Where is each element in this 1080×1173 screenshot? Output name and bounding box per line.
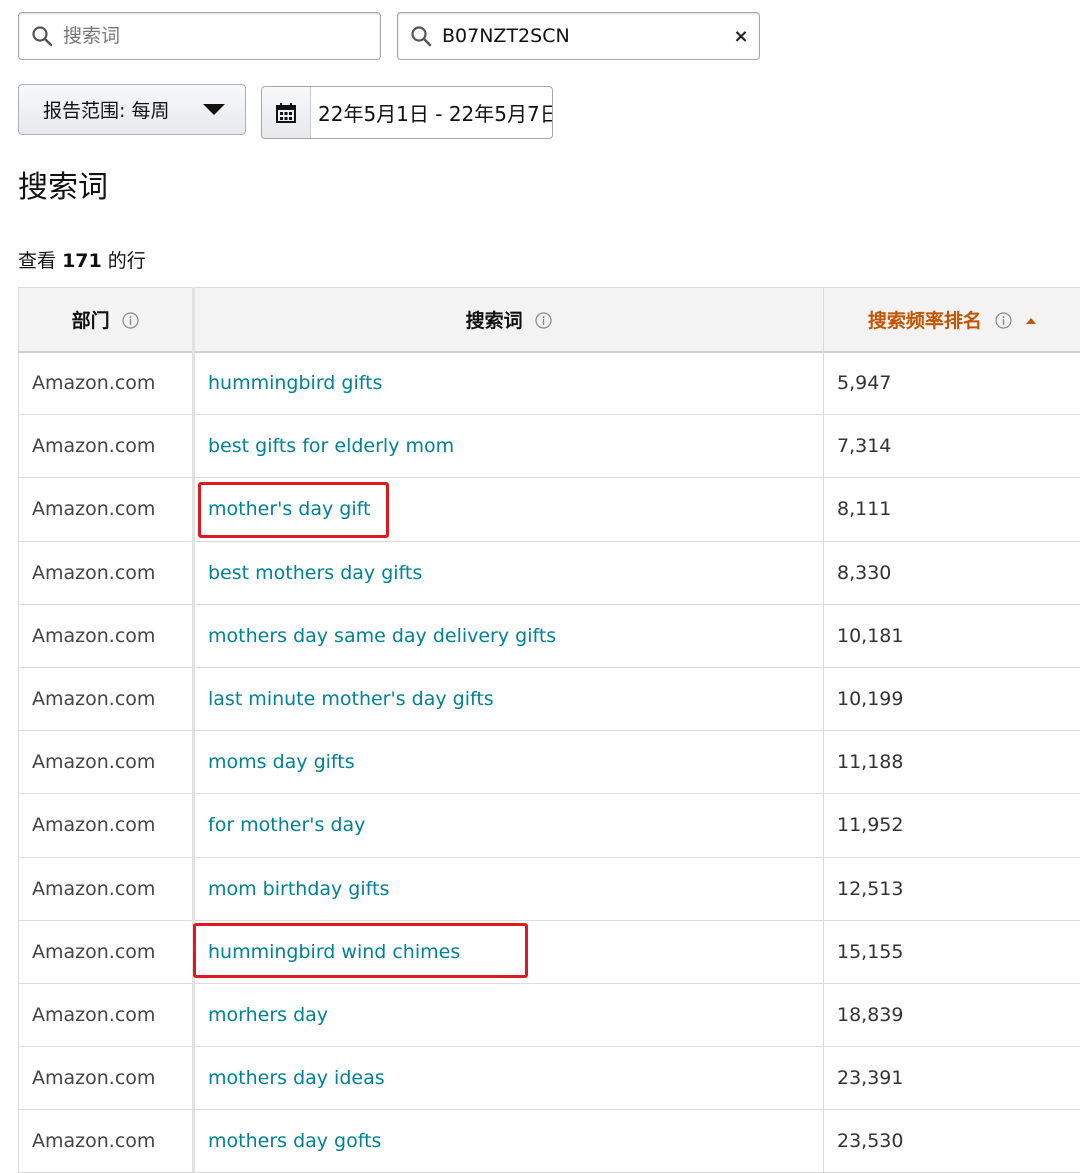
search-terms-table: 部门 搜索词 搜索频率排名 [18,287,1080,1173]
info-icon[interactable] [995,312,1012,329]
cell-department: Amazon.com [19,794,194,857]
search-term-link[interactable]: best gifts for elderly mom [208,435,454,457]
table-row: Amazon.com mothers day ideas 23,391 [19,1047,1080,1110]
search-term-link[interactable]: mothers day gofts [208,1130,381,1152]
search-icon [410,25,432,47]
info-icon[interactable] [535,312,552,329]
search-term-box[interactable] [18,12,381,60]
table-row: Amazon.com for mother's day 11,952 [19,794,1080,857]
report-range-dropdown[interactable]: 报告范围: 每周 [18,84,246,135]
cell-department: Amazon.com [19,352,194,415]
table-row: Amazon.com last minute mother's day gift… [19,667,1080,730]
search-term-link[interactable]: morhers day [208,1004,328,1026]
row-count-number: 171 [62,250,102,272]
calendar-icon [275,102,297,124]
calendar-button[interactable] [262,87,311,138]
cell-rank: 5,947 [824,352,1080,415]
cell-department: Amazon.com [19,541,194,604]
cell-rank: 12,513 [824,857,1080,920]
search-term-link[interactable]: hummingbird gifts [208,372,382,394]
search-term-link[interactable]: best mothers day gifts [208,562,422,584]
cell-rank: 10,199 [824,667,1080,730]
table-row: Amazon.com mother's day gift 8,111 [19,478,1080,541]
cell-department: Amazon.com [19,415,194,478]
header-search-term-label: 搜索词 [466,310,523,332]
header-search-term[interactable]: 搜索词 [194,288,824,352]
cell-department: Amazon.com [19,920,194,983]
close-icon[interactable]: × [723,26,759,47]
search-term-link[interactable]: mother's day gift [208,498,370,520]
report-range-label: 报告范围: 每周 [43,96,203,123]
row-count-prefix: 查看 [18,250,56,272]
date-range-text[interactable]: 22年5月1日 - 22年5月7日 [311,87,552,138]
cell-department: Amazon.com [19,667,194,730]
cell-rank: 15,155 [824,920,1080,983]
cell-rank: 18,839 [824,983,1080,1046]
cell-department: Amazon.com [19,604,194,667]
cell-rank: 23,530 [824,1110,1080,1173]
cell-department: Amazon.com [19,983,194,1046]
row-count: 查看 171 的行 [18,246,146,273]
cell-rank: 10,181 [824,604,1080,667]
table-row: Amazon.com morhers day 18,839 [19,983,1080,1046]
cell-rank: 7,314 [824,415,1080,478]
table-row: Amazon.com hummingbird gifts 5,947 [19,352,1080,415]
caret-down-icon [203,104,225,115]
table-row: Amazon.com moms day gifts 11,188 [19,731,1080,794]
table-header-row: 部门 搜索词 搜索频率排名 [19,288,1080,352]
cell-department: Amazon.com [19,1047,194,1110]
cell-department: Amazon.com [19,731,194,794]
cell-department: Amazon.com [19,1110,194,1173]
asin-input[interactable] [442,25,723,47]
cell-rank: 11,952 [824,794,1080,857]
cell-rank: 23,391 [824,1047,1080,1110]
sort-ascending-icon[interactable] [1026,318,1036,324]
search-term-link[interactable]: moms day gifts [208,751,355,773]
header-rank[interactable]: 搜索频率排名 [824,288,1080,352]
search-term-link[interactable]: mothers day same day delivery gifts [208,625,556,647]
search-term-link[interactable]: last minute mother's day gifts [208,688,494,710]
cell-rank: 8,111 [824,478,1080,541]
cell-department: Amazon.com [19,478,194,541]
header-rank-label: 搜索频率排名 [868,310,982,332]
table-row: Amazon.com best mothers day gifts 8,330 [19,541,1080,604]
page-title: 搜索词 [18,162,108,206]
date-range-picker[interactable]: 22年5月1日 - 22年5月7日 [261,86,553,139]
table-row: Amazon.com hummingbird wind chimes 15,15… [19,920,1080,983]
cell-rank: 11,188 [824,731,1080,794]
search-term-link[interactable]: for mother's day [208,814,365,836]
search-term-input[interactable] [63,25,380,47]
header-department-label: 部门 [72,310,110,332]
table-row: Amazon.com mom birthday gifts 12,513 [19,857,1080,920]
asin-search-box[interactable]: × [397,12,760,60]
search-term-link[interactable]: mothers day ideas [208,1067,385,1089]
cell-department: Amazon.com [19,857,194,920]
table-row: Amazon.com mothers day same day delivery… [19,604,1080,667]
table-row: Amazon.com best gifts for elderly mom 7,… [19,415,1080,478]
row-count-suffix: 的行 [108,250,146,272]
search-term-link[interactable]: mom birthday gifts [208,878,389,900]
search-icon [31,25,53,47]
info-icon[interactable] [122,312,139,329]
table-row: Amazon.com mothers day gofts 23,530 [19,1110,1080,1173]
cell-rank: 8,330 [824,541,1080,604]
search-term-link[interactable]: hummingbird wind chimes [208,941,460,963]
header-department[interactable]: 部门 [19,288,194,352]
